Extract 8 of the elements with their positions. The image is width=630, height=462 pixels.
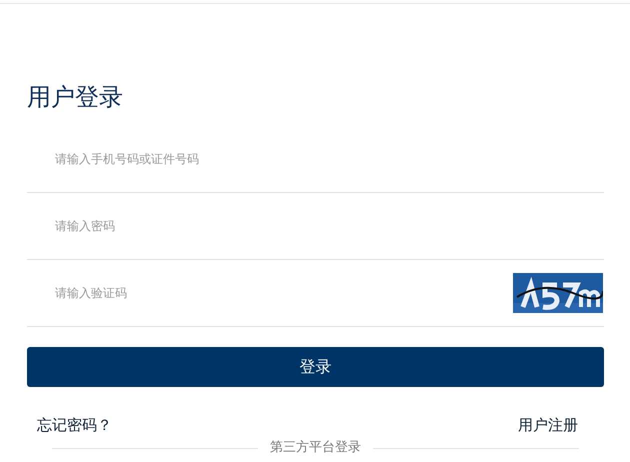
- forgot-password-link[interactable]: 忘记密码？: [37, 415, 112, 435]
- input-field[interactable]: 请输入验证码: [27, 273, 513, 313]
- page-title: 用户登录: [27, 82, 123, 113]
- register-link[interactable]: 用户注册: [518, 415, 578, 435]
- login-button[interactable]: 登录: [27, 347, 604, 387]
- input-field[interactable]: 请输入密码: [27, 206, 604, 246]
- section-label: 第三方平台登录: [270, 439, 361, 457]
- input-field[interactable]: 请输入手机号码或证件号码: [27, 139, 604, 179]
